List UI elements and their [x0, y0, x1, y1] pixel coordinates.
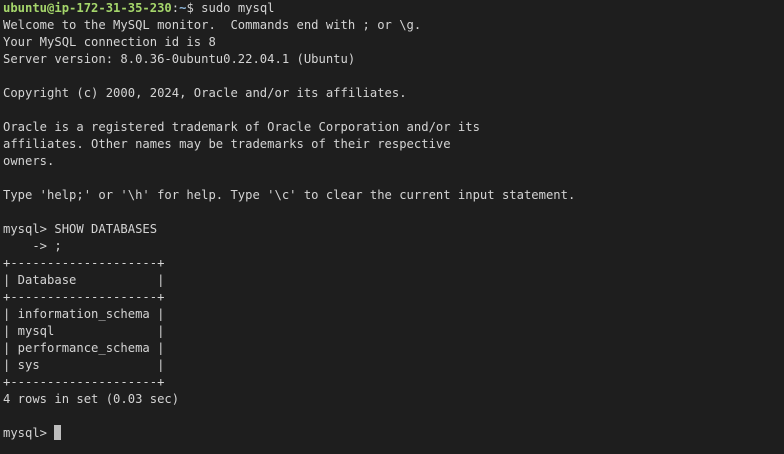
text-cursor[interactable]: [54, 425, 62, 440]
result-summary: 4 rows in set (0.03 sec): [3, 392, 180, 406]
table-row: | mysql |: [3, 324, 165, 338]
banner-welcome: Welcome to the MySQL monitor. Commands e…: [3, 18, 422, 32]
table-border: +--------------------+: [3, 256, 165, 270]
banner-help-hint: Type 'help;' or '\h' for help. Type '\c'…: [3, 188, 576, 202]
table-header: | Database |: [3, 273, 165, 287]
table-border: +--------------------+: [3, 290, 165, 304]
query-line: mysql> SHOW DATABASES: [3, 222, 158, 236]
mysql-prompt: mysql>: [3, 426, 55, 440]
prompt-symbol: $: [186, 1, 202, 15]
query-continuation-line: -> ;: [3, 239, 62, 253]
banner-trademark-line: owners.: [3, 154, 55, 168]
prompt-user-host: ubuntu@ip-172-31-35-230: [3, 1, 172, 15]
banner-connection-id: Your MySQL connection id is 8: [3, 35, 216, 49]
shell-command: sudo mysql: [201, 1, 275, 15]
banner-server-version: Server version: 8.0.36-0ubuntu0.22.04.1 …: [3, 52, 356, 66]
table-border: +--------------------+: [3, 375, 165, 389]
table-row: | information_schema |: [3, 307, 165, 321]
banner-trademark-line: Oracle is a registered trademark of Orac…: [3, 120, 480, 134]
table-row: | sys |: [3, 358, 165, 372]
banner-copyright: Copyright (c) 2000, 2024, Oracle and/or …: [3, 86, 407, 100]
current-prompt-line[interactable]: mysql>: [3, 425, 784, 442]
shell-prompt-line: ubuntu@ip-172-31-35-230:~$ sudo mysql: [3, 0, 784, 17]
terminal-window[interactable]: ubuntu@ip-172-31-35-230:~$ sudo mysql We…: [0, 0, 784, 454]
banner-trademark-line: affiliates. Other names may be trademark…: [3, 137, 451, 151]
prompt-separator: :: [171, 1, 180, 15]
table-row: | performance_schema |: [3, 341, 165, 355]
